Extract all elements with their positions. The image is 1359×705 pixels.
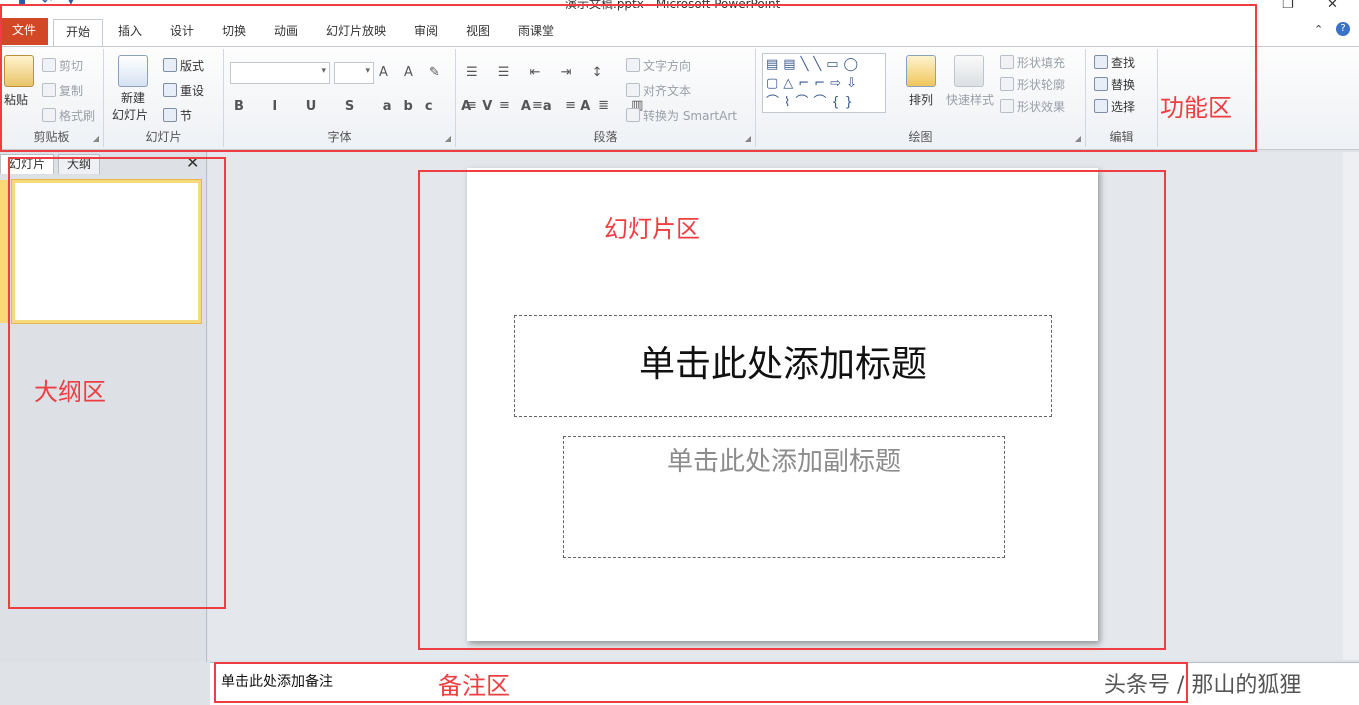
restore-icon[interactable]: ❐ xyxy=(1282,0,1294,12)
notes-annotation-box xyxy=(214,662,1188,703)
slide-annotation-label: 幻灯片区 xyxy=(604,215,700,243)
notes-annotation-label: 备注区 xyxy=(438,672,510,700)
collapse-ribbon-icon[interactable]: ⌃ xyxy=(1314,23,1323,36)
watermark: 头条号 / 那山的狐狸 xyxy=(1104,673,1302,698)
vertical-scrollbar[interactable] xyxy=(1343,152,1359,660)
ribbon-annotation-label: 功能区 xyxy=(1160,94,1232,122)
help-icon[interactable]: ? xyxy=(1336,22,1350,36)
slide-annotation-box xyxy=(418,170,1166,650)
outline-annotation-label: 大纲区 xyxy=(34,378,106,406)
ribbon-annotation-box xyxy=(0,4,1257,152)
close-icon[interactable]: ✕ xyxy=(1327,0,1338,12)
